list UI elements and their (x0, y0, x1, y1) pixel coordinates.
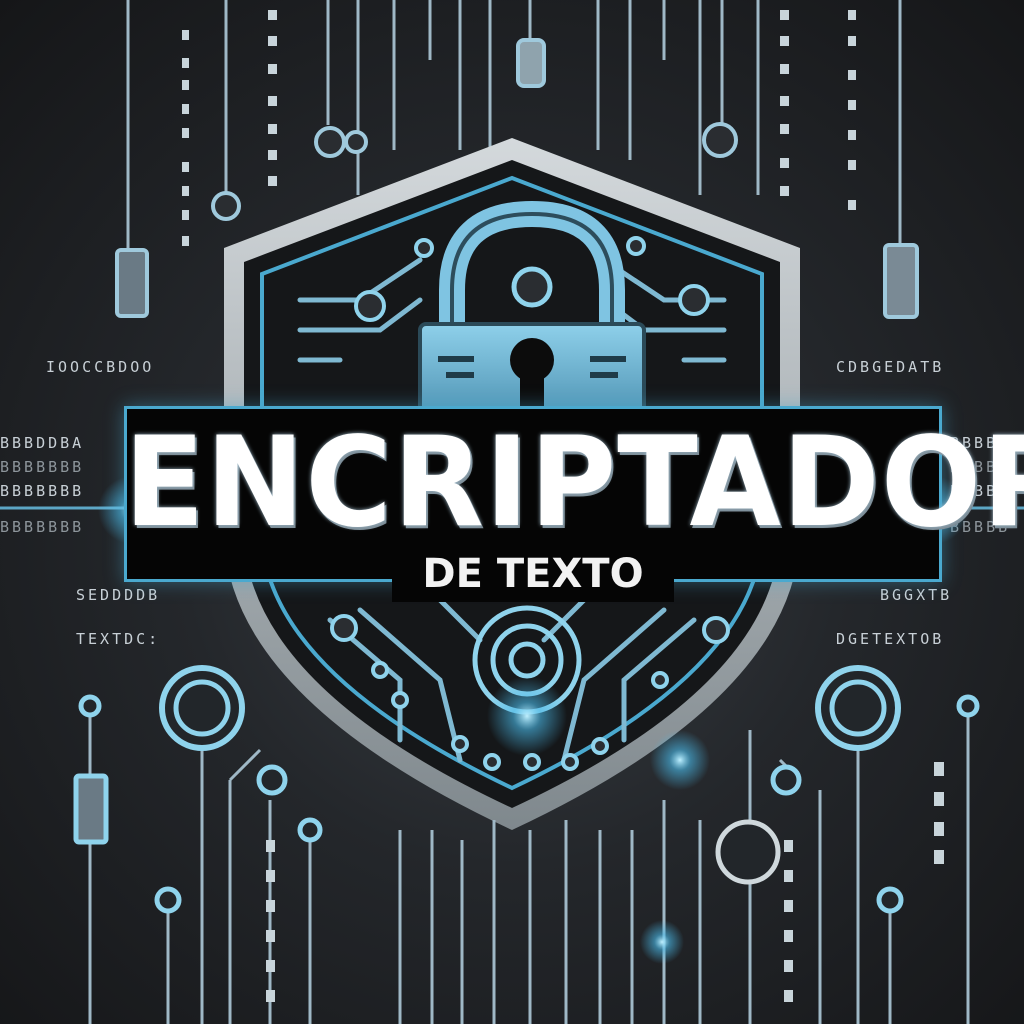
left-code-row-3: BBBBBBB (0, 458, 84, 476)
main-title: ENCRIPTADOR (124, 409, 1024, 555)
left-code-row-1: IOOCCBDOO (46, 358, 154, 376)
hero-canvas: IOOCCBDOO BBBDDBA BBBBBBB BBBBBBB BBBBBB… (0, 0, 1024, 1024)
right-text-label: DGETEXTOB (836, 630, 944, 648)
left-code-row-4: BBBBBBB (0, 482, 84, 500)
left-code-label: SEDDDDB (76, 586, 160, 604)
right-code-row-1: CDBGEDATB (836, 358, 944, 376)
bottom-data-glyphs (266, 762, 944, 1002)
left-code-row-2: BBBDDBA (0, 434, 84, 452)
left-text-label: TEXTDC: (76, 630, 160, 648)
left-code-row-5: BBBBBBB (0, 518, 84, 536)
right-xtb-label: BGGXTB (880, 586, 952, 604)
subtitle: DE TEXTO (422, 551, 644, 597)
